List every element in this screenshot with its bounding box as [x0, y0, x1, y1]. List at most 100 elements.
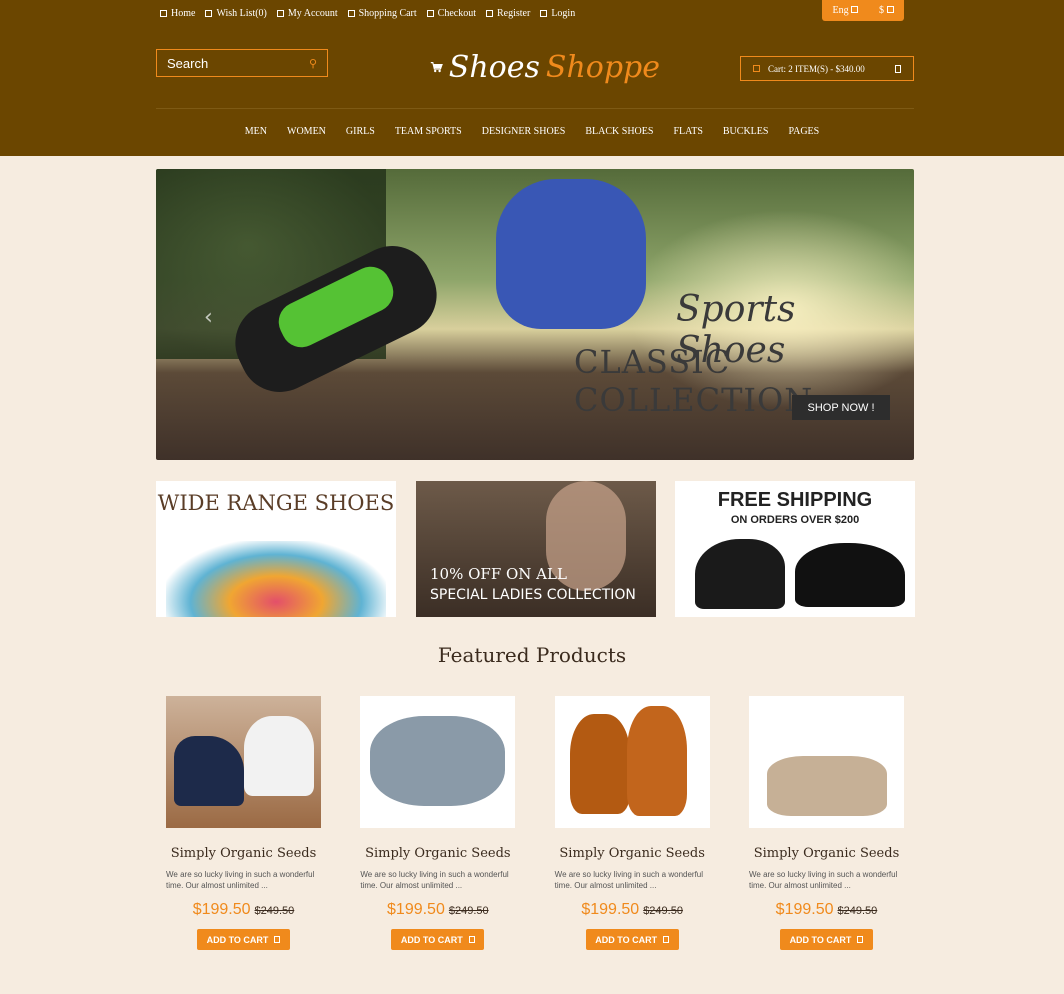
banner-shoes-image — [166, 541, 386, 617]
price-old: $249.50 — [643, 905, 683, 917]
currency-label[interactable]: $ — [879, 5, 884, 16]
ballet-flats — [766, 756, 887, 816]
product-price: $199.50 $249.50 — [581, 901, 683, 919]
top-link-label[interactable]: Home — [171, 8, 195, 19]
price-old: $249.50 — [448, 905, 489, 917]
price-current: $199.50 — [581, 901, 640, 918]
banner-wide-range[interactable]: WIDE RANGE SHOES — [156, 481, 396, 617]
banner-ladies-collection[interactable]: 10% OFF ON ALL SPECIAL LADIES COLLECTION — [416, 481, 656, 617]
cart-icon — [468, 936, 475, 943]
product-description: We are so lucky living in such a wonderf… — [748, 870, 898, 890]
banner-collection: SPECIAL LADIES COLLECTION — [430, 587, 636, 603]
price-old: $249.50 — [837, 905, 878, 917]
lang-currency-box: Eng $ — [822, 0, 904, 21]
banner-offer: 10% OFF ON ALL — [430, 565, 567, 583]
top-link-label[interactable]: My Account — [288, 8, 338, 19]
product-name[interactable]: Simply Organic Seeds — [754, 846, 900, 861]
logo-word-shoppe: Shoppe — [545, 49, 660, 85]
banner-free-shipping[interactable]: FREE SHIPPING ON ORDERS OVER $200 — [675, 481, 915, 617]
slider-runner — [496, 179, 646, 329]
add-to-cart-label: ADD TO CART — [595, 934, 658, 945]
product-card: Simply Organic Seeds We are so lucky liv… — [739, 696, 914, 950]
nav-item-pages[interactable]: PAGES — [778, 126, 829, 137]
nav-item-buckles[interactable]: BUCKLES — [713, 126, 779, 137]
nav-item-flats[interactable]: FLATS — [663, 126, 712, 137]
top-link-label[interactable]: Checkout — [438, 8, 476, 19]
top-links: Home Wish List(0) My Account Shopping Ca… — [160, 8, 575, 19]
top-link-wishlist[interactable]: Wish List(0) — [205, 8, 267, 19]
nav-item-black-shoes[interactable]: BLACK SHOES — [575, 126, 663, 137]
product-card: Simply Organic Seeds We are so lucky liv… — [350, 696, 525, 950]
square-icon — [347, 10, 355, 17]
top-link-label[interactable]: Shopping Cart — [359, 8, 417, 19]
product-name[interactable]: Simply Organic Seeds — [365, 846, 511, 861]
product-description: We are so lucky living in such a wonderf… — [554, 870, 704, 890]
cart-icon — [857, 936, 864, 943]
language-label[interactable]: Eng — [832, 5, 848, 16]
hero-slider[interactable]: ‹ Sports Shoes CLASSIC COLLECTION SHOP N… — [156, 169, 914, 460]
product-price: $199.50 $249.50 — [193, 901, 295, 919]
square-icon — [486, 10, 493, 17]
top-link-login[interactable]: Login — [540, 8, 575, 19]
cart-button[interactable]: Cart: 2 ITEM(S) - $340.00 — [740, 56, 914, 81]
square-icon — [886, 6, 894, 13]
product-image[interactable] — [166, 696, 321, 828]
cart-logo-icon — [430, 62, 443, 73]
product-description: We are so lucky living in such a wonderf… — [166, 870, 315, 890]
product-name[interactable]: Simply Organic Seeds — [171, 846, 317, 861]
currency-select[interactable]: $ — [879, 5, 894, 16]
square-icon — [426, 10, 434, 17]
header-divider — [156, 108, 914, 109]
product-name[interactable]: Simply Organic Seeds — [559, 846, 705, 861]
add-to-cart-button[interactable]: ADD TO CART — [779, 929, 873, 950]
nav-item-team-sports[interactable]: TEAM SPORTS — [385, 126, 472, 137]
product-price: $199.50 $249.50 — [776, 901, 878, 919]
site-logo[interactable]: Shoes Shoppe — [430, 44, 660, 90]
square-icon — [540, 10, 548, 17]
square-icon — [205, 10, 213, 17]
logo-word-shoes: Shoes — [448, 49, 540, 85]
nav-item-girls[interactable]: GIRLS — [336, 126, 385, 137]
nav-item-women[interactable]: WOMEN — [277, 126, 336, 137]
top-link-register[interactable]: Register — [486, 8, 530, 19]
product-card: Simply Organic Seeds We are so lucky liv… — [156, 696, 331, 950]
nav-item-men[interactable]: MEN — [235, 126, 277, 137]
shop-now-button[interactable]: SHOP NOW ! — [792, 395, 890, 420]
price-current: $199.50 — [192, 901, 251, 918]
top-link-label[interactable]: Login — [551, 8, 575, 19]
top-link-home[interactable]: Home — [160, 8, 195, 19]
top-link-account[interactable]: My Account — [276, 8, 338, 19]
cart-summary[interactable]: Cart: 2 ITEM(S) - $340.00 — [768, 64, 865, 74]
search-placeholder[interactable]: Search — [167, 56, 208, 71]
cart-icon — [753, 65, 760, 72]
search-input[interactable]: Search ⚲ — [156, 49, 328, 77]
slider-prev-icon[interactable]: ‹ — [204, 305, 213, 330]
oxford-left — [569, 714, 630, 814]
main-nav: MEN WOMEN GIRLS TEAM SPORTS DESIGNER SHO… — [0, 126, 1064, 137]
banner-oxford-image — [795, 543, 905, 607]
add-to-cart-button[interactable]: ADD TO CART — [585, 929, 679, 950]
sneaker-blue — [174, 736, 244, 806]
nav-item-designer-shoes[interactable]: DESIGNER SHOES — [472, 126, 576, 137]
add-to-cart-label: ADD TO CART — [206, 934, 269, 945]
price-current: $199.50 — [775, 901, 834, 918]
square-icon — [851, 6, 859, 13]
add-to-cart-button[interactable]: ADD TO CART — [391, 929, 485, 950]
top-link-label[interactable]: Register — [497, 8, 530, 19]
add-to-cart-button[interactable]: ADD TO CART — [197, 929, 290, 950]
banner-subtitle: ON ORDERS OVER $200 — [730, 514, 860, 526]
cart-dropdown-icon[interactable] — [895, 64, 901, 73]
top-link-label[interactable]: Wish List(0) — [216, 8, 266, 19]
top-link-cart[interactable]: Shopping Cart — [347, 8, 417, 19]
language-select[interactable]: Eng — [832, 5, 859, 16]
product-image[interactable] — [554, 696, 710, 828]
product-image[interactable] — [360, 696, 516, 828]
add-to-cart-label: ADD TO CART — [789, 934, 852, 945]
top-link-checkout[interactable]: Checkout — [426, 8, 476, 19]
banner-title: FREE SHIPPING — [717, 489, 873, 511]
product-grid: Simply Organic Seeds We are so lucky liv… — [156, 696, 914, 950]
square-icon — [276, 10, 284, 17]
site-header: Home Wish List(0) My Account Shopping Ca… — [0, 0, 1064, 156]
product-image[interactable] — [748, 696, 904, 828]
search-icon[interactable]: ⚲ — [309, 57, 317, 70]
